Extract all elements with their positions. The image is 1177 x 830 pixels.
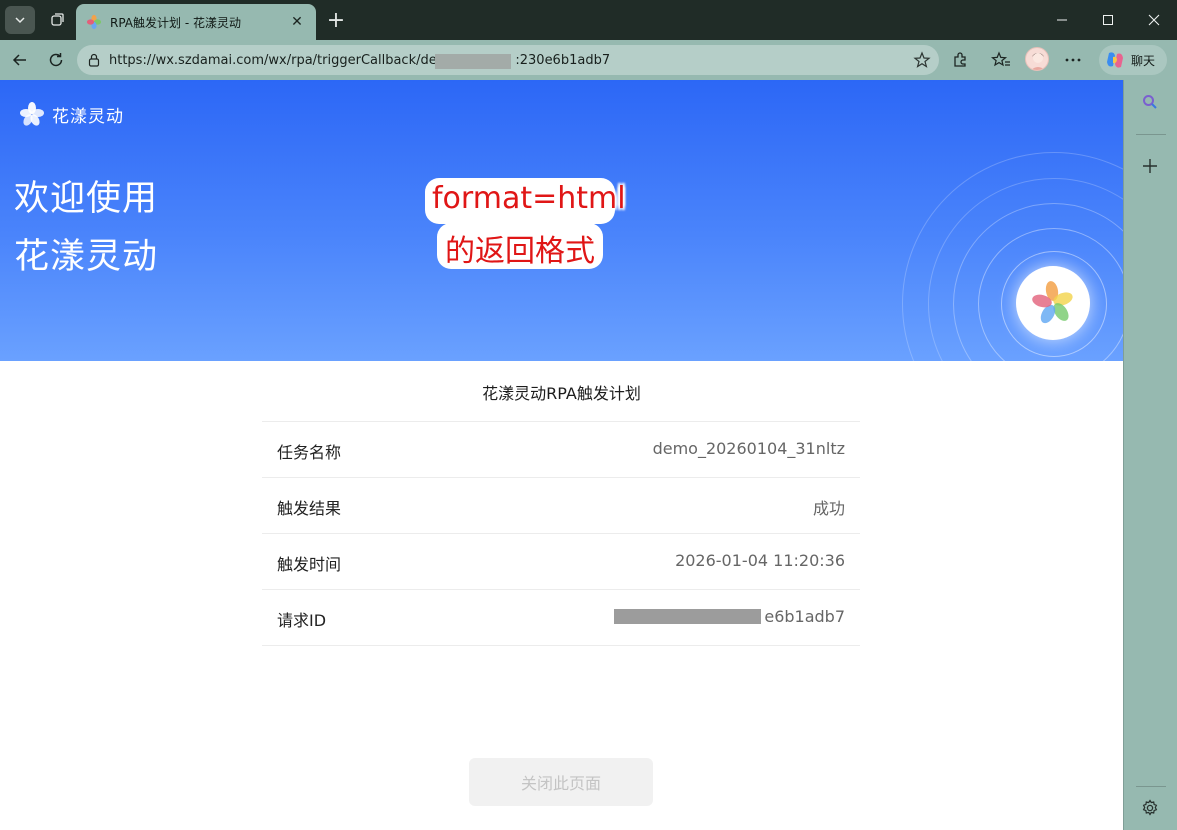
info-row-result: 触发结果 成功 <box>262 478 860 534</box>
new-tab-button[interactable]: + <box>322 6 350 34</box>
star-icon[interactable] <box>913 51 931 69</box>
profile-avatar[interactable] <box>1025 47 1049 71</box>
workspaces-icon <box>51 13 64 26</box>
id-redaction <box>614 609 761 624</box>
url-redaction <box>435 53 511 69</box>
row-label: 任务名称 <box>277 443 342 462</box>
copilot-icon <box>1107 52 1123 68</box>
maximize-icon <box>1103 15 1113 25</box>
copilot-chat-button[interactable]: 聊天 <box>1099 45 1167 75</box>
title-bar: RPA触发计划 - 花漾灵动 ✕ + <box>0 0 1177 40</box>
close-page-button[interactable]: 关闭此页面 <box>469 758 653 806</box>
annotation-line1: format=html <box>432 181 626 216</box>
sidebar-search-button[interactable] <box>1136 88 1164 116</box>
favorites-icon <box>991 51 1010 67</box>
favicon-icon <box>86 14 102 30</box>
row-value: 2026-01-04 11:20:36 <box>675 551 845 570</box>
close-icon <box>1148 14 1160 26</box>
hero-banner: 花漾灵动 欢迎使用 花漾灵动 format=html 的返回格式 <box>0 80 1123 361</box>
maximize-button[interactable] <box>1085 0 1131 40</box>
lock-icon <box>88 53 100 67</box>
card-title: 花漾灵动RPA触发计划 <box>482 384 641 403</box>
info-row-request-id: 请求ID dea216eff e6b1adb7 <box>262 590 860 646</box>
annotation-line2: 的返回格式 <box>445 234 595 269</box>
flower-logo-icon <box>20 102 44 126</box>
tab-title: RPA触发计划 - 花漾灵动 <box>110 15 241 30</box>
browser-toolbar: https://wx.szdamai.com/wx/rpa/triggerCal… <box>0 40 1177 80</box>
add-icon <box>1143 159 1157 173</box>
row-label: 触发时间 <box>277 555 342 574</box>
tab-actions-button[interactable] <box>5 6 35 34</box>
minimize-button[interactable] <box>1039 0 1085 40</box>
search-icon <box>1143 95 1157 109</box>
brand-logo: 花漾灵动 <box>18 100 124 128</box>
copilot-label: 聊天 <box>1131 53 1156 68</box>
brand-name: 花漾灵动 <box>52 106 124 127</box>
browser-sidebar <box>1123 80 1177 830</box>
extensions-button[interactable] <box>946 46 974 74</box>
tab-close-button[interactable]: ✕ <box>288 13 306 31</box>
hero-heading-line2: 花漾灵动 <box>14 237 159 277</box>
back-button[interactable] <box>6 46 34 74</box>
sidebar-settings-button[interactable] <box>1136 794 1164 822</box>
app-logo-badge <box>1016 266 1090 340</box>
more-button[interactable] <box>1059 46 1087 74</box>
favorites-button[interactable] <box>987 46 1015 74</box>
row-label: 请求ID <box>277 611 327 630</box>
close-window-button[interactable] <box>1131 0 1177 40</box>
row-value: demo_20260104_31nltz <box>652 439 845 458</box>
info-row-task-name: 任务名称 demo_20260104_31nltz <box>262 422 860 478</box>
web-page: 花漾灵动 欢迎使用 花漾灵动 format=html 的返回格式 花漾灵动RPA… <box>0 80 1123 830</box>
url-text: https://wx.szdamai.com/wx/rpa/triggerCal… <box>109 52 611 69</box>
back-icon <box>12 54 26 66</box>
hero-heading-line1: 欢迎使用 <box>14 179 159 219</box>
more-icon <box>1065 58 1081 62</box>
minimize-icon <box>1057 19 1067 21</box>
address-bar[interactable]: https://wx.szdamai.com/wx/rpa/triggerCal… <box>77 45 939 75</box>
settings-icon <box>1142 799 1158 816</box>
refresh-icon <box>49 53 63 67</box>
browser-tab[interactable]: RPA触发计划 - 花漾灵动 ✕ <box>76 4 316 40</box>
row-label: 触发结果 <box>277 499 342 518</box>
row-value: 成功 <box>812 499 845 518</box>
chevron-down-icon <box>15 17 25 24</box>
sidebar-add-button[interactable] <box>1136 152 1164 180</box>
workspaces-button[interactable] <box>42 6 72 34</box>
refresh-button[interactable] <box>42 46 70 74</box>
sidebar-divider <box>1136 786 1166 787</box>
sidebar-divider <box>1136 134 1166 135</box>
extensions-icon <box>954 52 966 67</box>
flower-logo-icon <box>1032 281 1073 324</box>
info-row-time: 触发时间 2026-01-04 11:20:36 <box>262 534 860 590</box>
